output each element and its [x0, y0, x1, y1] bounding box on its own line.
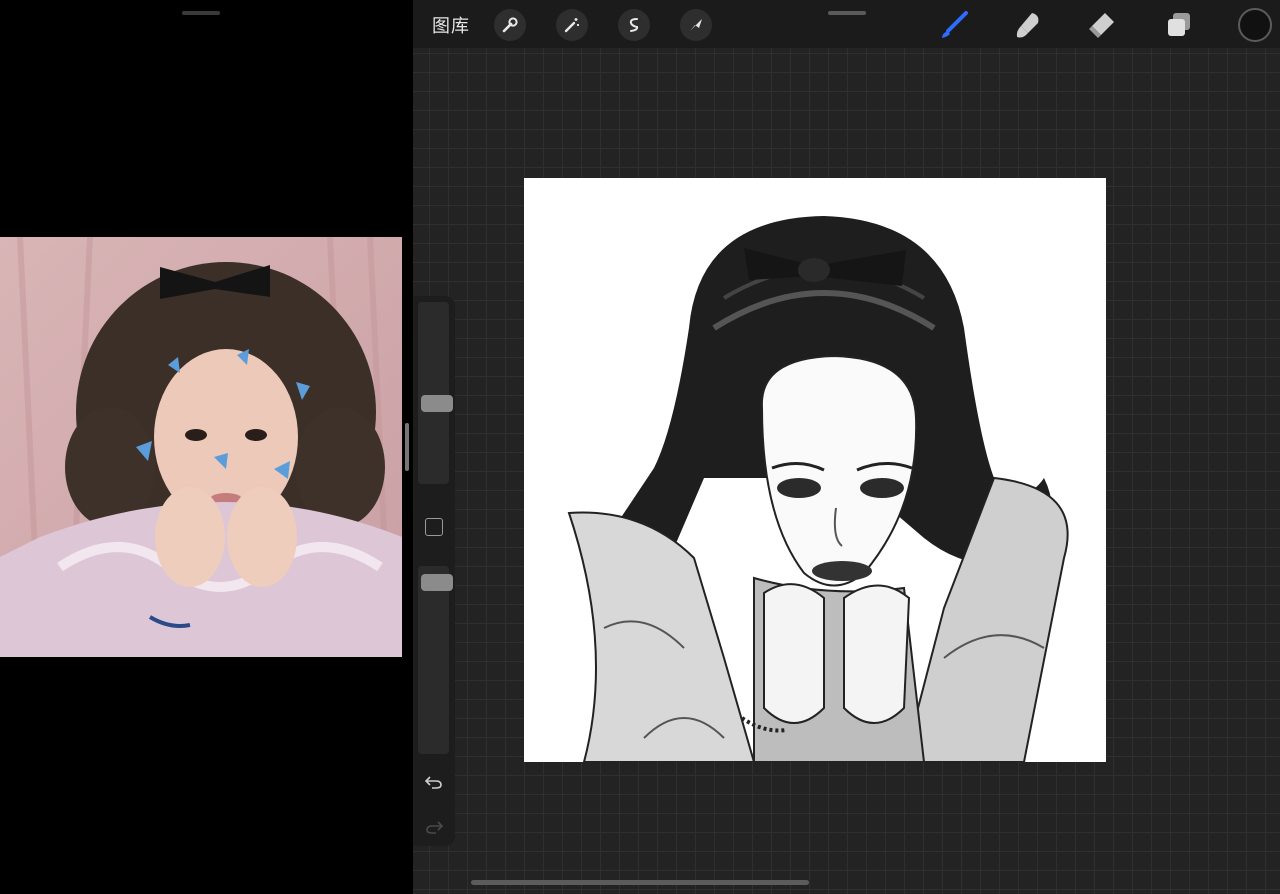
modify-button[interactable]	[425, 518, 443, 536]
opacity-thumb[interactable]	[421, 574, 453, 591]
eraser-tool[interactable]	[1085, 8, 1119, 42]
eraser-icon	[1089, 13, 1114, 38]
smudge-icon	[1016, 13, 1039, 38]
color-swatch[interactable]	[1238, 8, 1272, 42]
selection-button[interactable]	[618, 9, 650, 41]
brush-size-thumb[interactable]	[421, 395, 453, 412]
reference-photo	[0, 237, 402, 657]
layers-icon	[1168, 13, 1190, 36]
adjustments-button[interactable]	[556, 9, 588, 41]
split-view-grip[interactable]	[405, 423, 409, 471]
brush-icon	[942, 11, 968, 38]
wrench-icon	[502, 17, 518, 33]
redo-icon[interactable]	[424, 817, 444, 837]
gallery-button[interactable]: 图库	[432, 12, 470, 38]
magic-wand-icon	[564, 18, 579, 33]
opacity-slider[interactable]	[418, 566, 453, 754]
multitasking-handle[interactable]	[182, 11, 220, 15]
brush-size-slider[interactable]	[418, 302, 453, 484]
layers-tool[interactable]	[1162, 8, 1196, 42]
drawing-canvas[interactable]	[524, 178, 1106, 762]
transform-arrow-icon	[690, 19, 702, 31]
side-bar	[413, 296, 455, 846]
procreate-workspace: 图库	[413, 0, 1280, 894]
horizontal-scroll-indicator[interactable]	[471, 880, 809, 885]
actions-button[interactable]	[494, 9, 526, 41]
reference-pane	[0, 0, 404, 894]
undo-icon[interactable]	[424, 772, 444, 792]
toolbar-pull-handle[interactable]	[828, 11, 866, 15]
transform-button[interactable]	[680, 9, 712, 41]
smudge-tool[interactable]	[1011, 8, 1045, 42]
top-toolbar: 图库	[413, 0, 1280, 48]
brush-tool[interactable]	[937, 8, 971, 42]
selection-icon	[629, 18, 639, 32]
